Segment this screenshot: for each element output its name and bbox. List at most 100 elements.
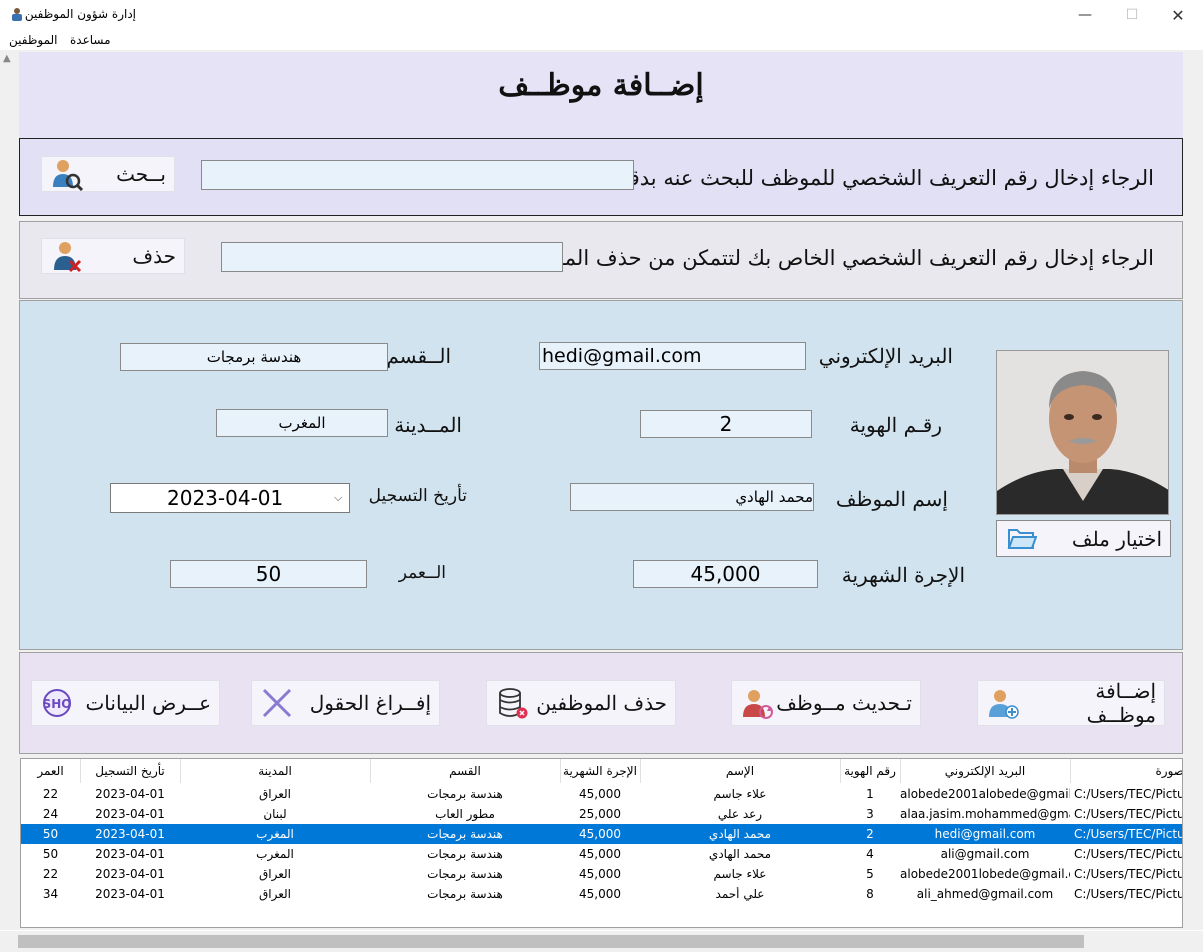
email-field[interactable]: hedi@gmail.com bbox=[539, 342, 806, 370]
table-cell-email: alobede2001lobede@gmail.com bbox=[900, 867, 1070, 881]
update-employee-button[interactable]: تـحديث مــوظف bbox=[731, 680, 921, 726]
minimize-button[interactable]: — bbox=[1062, 0, 1108, 30]
clear-fields-label: إفــراغ الحقول bbox=[309, 691, 431, 715]
table-cell-date: 2023-04-01 bbox=[95, 887, 165, 901]
table-cell-id: 8 bbox=[866, 887, 874, 901]
search-button[interactable]: بــحث bbox=[41, 156, 175, 192]
registration-date-picker[interactable]: 2023-04-01 bbox=[110, 483, 350, 513]
table-cell-photo: C:/Users/TEC/Pictures bbox=[1074, 847, 1183, 861]
table-cell-id: 5 bbox=[866, 867, 874, 881]
table-row[interactable]: 22 2023-04-01 العراق هندسة برمجات 45,000 علاء… bbox=[21, 784, 1182, 804]
table-cell-dept: هندسة برمجات bbox=[427, 827, 503, 841]
table-cell-city: المغرب bbox=[256, 827, 294, 841]
horizontal-scrollbar-thumb[interactable] bbox=[18, 935, 1084, 948]
delete-id-input[interactable] bbox=[221, 242, 563, 272]
table-cell-age: 24 bbox=[42, 807, 59, 821]
chevron-down-icon[interactable]: ⌵ bbox=[334, 491, 342, 505]
table-cell-date: 2023-04-01 bbox=[95, 847, 165, 861]
date-value: 2023-04-01 bbox=[167, 486, 284, 510]
table-cell-city: العراق bbox=[258, 867, 292, 881]
name-field[interactable]: محمد الهادي bbox=[570, 483, 814, 511]
table-cell-email: alaa.jasim.mohammed@gmail.com bbox=[900, 807, 1070, 821]
add-employee-button[interactable]: إضــافة موظــف bbox=[977, 679, 1165, 727]
table-cell-email: alobede2001alobede@gmail.com bbox=[900, 787, 1070, 801]
search-input[interactable] bbox=[201, 160, 634, 190]
city-field[interactable]: المغرب bbox=[216, 409, 388, 437]
delete-all-employees-button[interactable]: حذف الموظفين bbox=[486, 680, 676, 726]
menu-employees[interactable]: الموظفين bbox=[9, 33, 58, 47]
column-header-department[interactable]: القسم bbox=[370, 764, 560, 778]
salary-field[interactable]: 45,000 bbox=[633, 560, 818, 588]
table-cell-dept: هندسة برمجات bbox=[427, 887, 503, 901]
employee-photo bbox=[996, 350, 1169, 515]
table-cell-name: محمد الهادي bbox=[708, 847, 772, 861]
table-cell-salary: 45,000 bbox=[579, 887, 621, 901]
table-row[interactable]: 22 2023-04-01 العراق هندسة برمجات 45,000 علاء… bbox=[21, 864, 1183, 884]
table-cell-photo: C:/Users/TEC/Pictures bbox=[1074, 867, 1183, 881]
employees-table[interactable]: العمر تأريخ التسجيل المدينة القسم الإجرة… bbox=[20, 758, 1183, 928]
table-cell-id: 4 bbox=[866, 847, 874, 861]
table-row[interactable]: 50 2023-04-01 المغرب هندسة برمجات 45,000 محمد… bbox=[21, 824, 1183, 844]
table-cell-date: 2023-04-01 bbox=[95, 807, 165, 821]
table-cell-city: المغرب bbox=[256, 847, 294, 861]
age-field[interactable]: 50 bbox=[170, 560, 367, 588]
app-icon bbox=[10, 6, 24, 21]
table-cell-name: رعد علي bbox=[717, 807, 763, 821]
title-bar bbox=[0, 0, 1203, 30]
page-title: إضــافة موظــف bbox=[498, 68, 704, 103]
table-row[interactable]: 24 2023-04-01 لبنان مطور العاب 25,000 رعد علي… bbox=[21, 804, 1183, 824]
vertical-scrollbar[interactable] bbox=[0, 50, 18, 930]
update-employee-label: تـحديث مــوظف bbox=[776, 691, 912, 715]
column-header-city[interactable]: المدينة bbox=[180, 764, 370, 778]
show-data-button[interactable]: عــرض البيانات SHO bbox=[31, 680, 220, 726]
date-label: تأريخ التسجيل bbox=[368, 486, 467, 506]
close-button[interactable]: ✕ bbox=[1155, 0, 1201, 30]
department-field[interactable]: هندسة برمجات bbox=[120, 343, 388, 371]
user-remove-icon bbox=[50, 239, 84, 273]
age-label: الــعمر bbox=[398, 563, 446, 583]
delete-all-label: حذف الموظفين bbox=[536, 691, 667, 715]
id-label: رقـم الهوية bbox=[849, 413, 942, 437]
column-header-salary[interactable]: الإجرة الشهرية bbox=[560, 764, 640, 778]
table-cell-age: 50 bbox=[42, 827, 59, 841]
table-cell-salary: 45,000 bbox=[579, 847, 621, 861]
table-cell-salary: 45,000 bbox=[579, 827, 621, 841]
delete-prompt: الرجاء إدخال رقم التعريف الشخصي الخاص بك… bbox=[515, 246, 1154, 270]
salary-label: الإجرة الشهرية bbox=[841, 563, 965, 587]
svg-text:SHO: SHO bbox=[43, 697, 72, 711]
show-data-label: عــرض البيانات bbox=[85, 691, 211, 715]
column-header-date[interactable]: تأريخ التسجيل bbox=[80, 764, 180, 778]
table-cell-photo: C:/Users/TEC/Pictures bbox=[1074, 807, 1183, 821]
table-cell-salary: 25,000 bbox=[579, 807, 621, 821]
show-data-icon: SHO bbox=[40, 686, 74, 720]
table-cell-dept: هندسة برمجات bbox=[427, 847, 503, 861]
table-cell-age: 34 bbox=[42, 887, 59, 901]
table-cell-email: hedi@gmail.com bbox=[934, 827, 1036, 841]
column-header-photo[interactable]: صورة bbox=[1070, 764, 1182, 778]
folder-icon bbox=[1005, 522, 1039, 556]
table-cell-city: العراق bbox=[258, 787, 292, 801]
table-cell-date: 2023-04-01 bbox=[95, 867, 165, 881]
id-field[interactable]: 2 bbox=[640, 410, 812, 438]
table-cell-salary: 45,000 bbox=[579, 787, 621, 801]
table-cell-email: ali@gmail.com bbox=[940, 847, 1030, 861]
column-header-name[interactable]: الإسم bbox=[640, 764, 840, 778]
table-row[interactable]: 50 2023-04-01 المغرب هندسة برمجات 45,000 محمد… bbox=[21, 844, 1183, 864]
maximize-button[interactable]: ☐ bbox=[1109, 0, 1155, 30]
table-cell-dept: مطور العاب bbox=[435, 807, 495, 821]
scroll-up-icon[interactable]: ▲ bbox=[3, 53, 11, 64]
column-header-email[interactable]: البريد الإلكتروني bbox=[900, 764, 1070, 778]
close-icon bbox=[260, 686, 294, 720]
table-cell-date: 2023-04-01 bbox=[95, 787, 165, 801]
table-row[interactable]: 34 2023-04-01 العراق هندسة برمجات 45,000 علي … bbox=[21, 884, 1182, 904]
choose-file-button[interactable]: اختيار ملف bbox=[996, 520, 1171, 557]
delete-button[interactable]: حذف bbox=[41, 238, 185, 274]
clear-fields-button[interactable]: إفــراغ الحقول bbox=[251, 680, 440, 726]
column-header-id[interactable]: رقم الهوية bbox=[840, 764, 900, 778]
menu-help[interactable]: مساعدة bbox=[70, 33, 111, 47]
city-label: المــدينة bbox=[394, 413, 462, 437]
column-header-age[interactable]: العمر bbox=[21, 764, 80, 778]
table-cell-salary: 45,000 bbox=[579, 867, 621, 881]
table-cell-photo: C:/Users/TEC/Pictures bbox=[1074, 827, 1183, 841]
department-label: الــقسم bbox=[386, 344, 451, 368]
